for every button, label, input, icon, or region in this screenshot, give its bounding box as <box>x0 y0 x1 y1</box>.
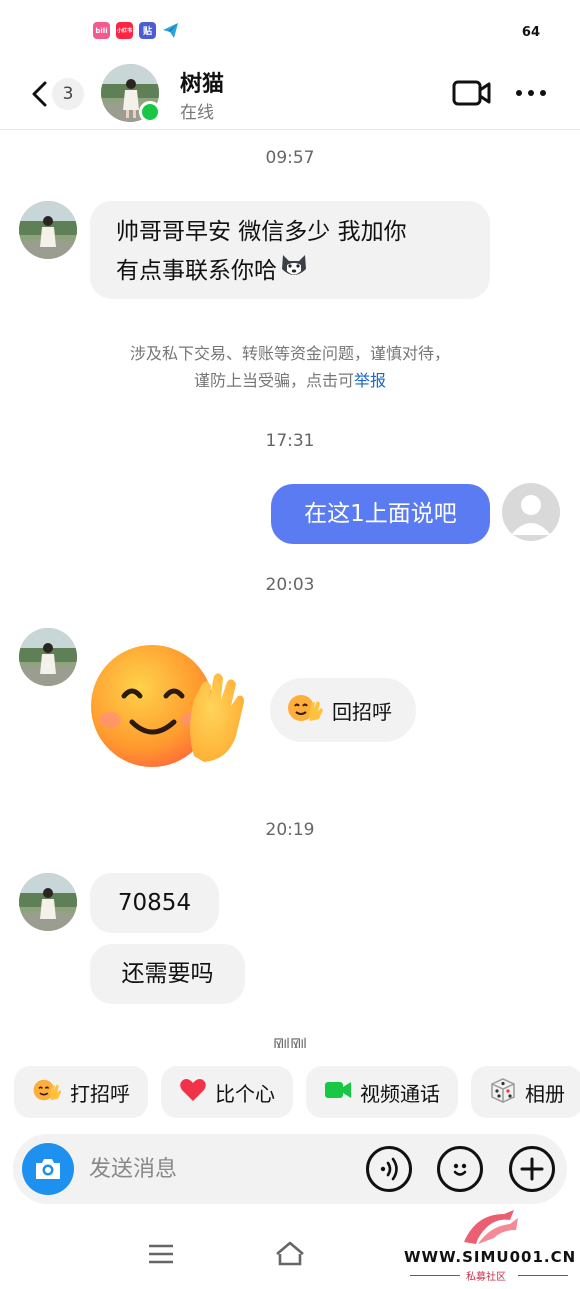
online-status-dot <box>139 101 161 123</box>
emoji-button[interactable] <box>437 1146 483 1192</box>
message-input[interactable] <box>89 1154 349 1184</box>
reply-greeting-button[interactable]: 回招呼 <box>270 678 416 742</box>
camera-icon <box>36 1159 60 1179</box>
plus-icon <box>520 1157 544 1181</box>
timestamp: 刚刚 <box>273 1037 307 1048</box>
tieba-icon: 贴 <box>139 22 156 39</box>
waving-smile-sticker[interactable] <box>90 640 250 772</box>
quick-action-greet[interactable]: 打招呼 <box>14 1066 148 1118</box>
voice-button[interactable] <box>366 1146 412 1192</box>
notice-line: 涉及私下交易、转账等资金问题，谨慎对待， <box>129 344 450 363</box>
add-attachment-button[interactable] <box>509 1146 555 1192</box>
wave-emoji-icon <box>286 693 324 728</box>
peer-avatar[interactable] <box>19 628 77 686</box>
more-options-icon[interactable] <box>516 86 552 100</box>
watermark-site: WWW.SIMU001.CN <box>404 1248 577 1266</box>
voice-icon <box>380 1157 398 1181</box>
telegram-icon <box>162 22 179 39</box>
contact-online-status: 在线 <box>180 103 214 123</box>
xiaohongshu-icon: 小红书 <box>116 22 133 39</box>
incoming-message-bubble[interactable]: 帅哥哥早安 微信多少 我加你 有点事联系你哈 <box>90 201 490 299</box>
camera-button[interactable] <box>22 1143 74 1195</box>
watermark-logo-icon <box>464 1210 518 1244</box>
video-icon <box>324 1079 352 1106</box>
timestamp-partial: 刚刚 <box>0 1036 580 1048</box>
menu-nav-icon[interactable] <box>148 1244 174 1264</box>
quick-action-label: 视频通话 <box>360 1081 440 1106</box>
video-call-icon[interactable] <box>452 78 492 108</box>
unread-count-badge[interactable]: 3 <box>52 78 84 110</box>
status-bar-battery: 64 <box>521 25 540 40</box>
quick-action-label: 打招呼 <box>70 1081 130 1106</box>
quick-action-label: 相册 <box>525 1081 565 1106</box>
wave-emoji-icon <box>32 1077 62 1108</box>
smile-icon <box>453 1163 467 1176</box>
my-avatar[interactable] <box>502 483 560 541</box>
safety-notice: 涉及私下交易、转账等资金问题，谨慎对待， 谨防上当受骗，点击可举报 <box>0 340 580 394</box>
quick-action-video-call[interactable]: 视频通话 <box>306 1066 458 1118</box>
quick-action-label: 比个心 <box>215 1081 275 1106</box>
timestamp: 17:31 <box>265 431 315 451</box>
timestamp: 09:57 <box>265 148 315 168</box>
husky-emoji-icon <box>279 251 309 291</box>
peer-avatar[interactable] <box>19 873 77 931</box>
status-bar-app-icons: bili 小红书 贴 <box>93 22 179 39</box>
timestamp: 20:03 <box>265 575 315 595</box>
message-composer <box>13 1134 567 1204</box>
back-arrow-icon[interactable] <box>28 80 54 108</box>
bilibili-icon: bili <box>93 22 110 39</box>
incoming-message-bubble[interactable]: 还需要吗 <box>90 944 245 1004</box>
notice-text: 谨防上当受骗，点击可 <box>193 371 354 390</box>
watermark-label: 私募社区 <box>466 1272 506 1283</box>
heart-icon <box>179 1077 207 1108</box>
message-text-line: 有点事联系你哈 <box>116 251 464 291</box>
home-nav-icon[interactable] <box>274 1240 306 1268</box>
message-text: 有点事联系你哈 <box>116 258 277 284</box>
reply-greeting-label: 回招呼 <box>332 699 392 724</box>
dice-icon <box>489 1076 517 1109</box>
outgoing-message-bubble[interactable]: 在这1上面说吧 <box>271 484 490 544</box>
contact-name: 树猫 <box>180 72 225 97</box>
quick-actions-bar: 打招呼 比个心 视频通话 相册 <box>14 1066 580 1118</box>
quick-action-heart[interactable]: 比个心 <box>161 1066 293 1118</box>
report-link[interactable]: 举报 <box>354 371 386 390</box>
message-text: 帅哥哥早安 微信多少 我加你 <box>116 219 407 245</box>
timestamp: 20:19 <box>265 820 315 840</box>
peer-avatar[interactable] <box>19 201 77 259</box>
site-watermark: WWW.SIMU001.CN 私募社区 <box>404 1208 577 1284</box>
quick-action-album[interactable]: 相册 <box>471 1066 580 1118</box>
chat-header: 3 树猫 在线 <box>0 58 580 130</box>
incoming-message-bubble[interactable]: 70854 <box>90 873 219 933</box>
notice-line: 谨防上当受骗，点击可举报 <box>0 367 580 394</box>
